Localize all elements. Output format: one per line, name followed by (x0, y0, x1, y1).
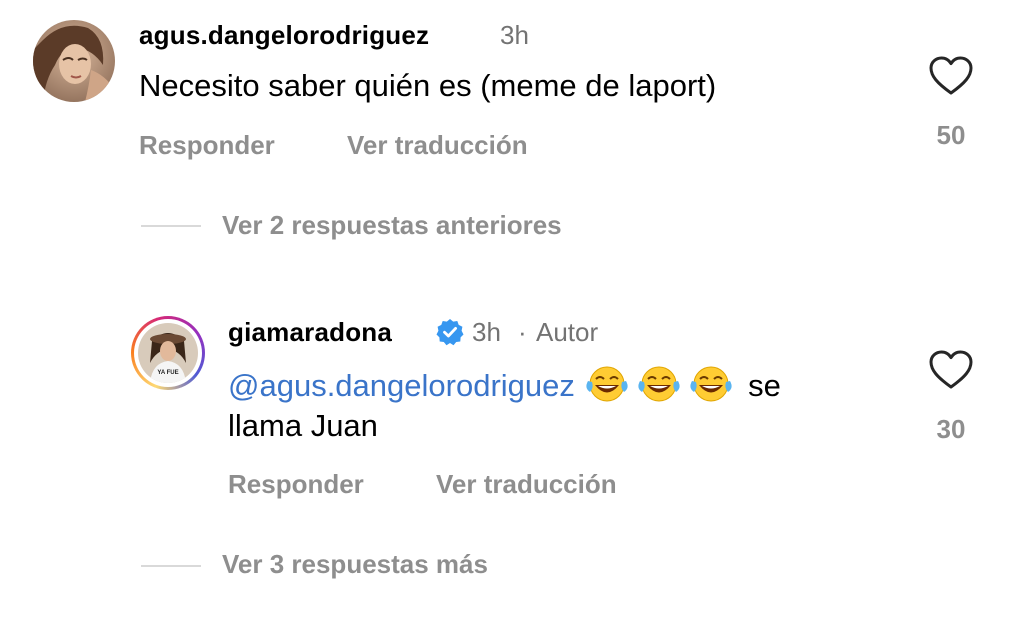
avatar-shirt-text: YA FUE (157, 370, 178, 376)
thread-divider (141, 565, 201, 567)
avatar-story-ring[interactable]: YA FUE (131, 316, 205, 390)
comment-username[interactable]: giamaradona (228, 317, 392, 348)
comment-text-line2: llama Juan (228, 408, 378, 443)
meta-separator: · (518, 317, 527, 347)
mention-link[interactable]: @agus.dangelorodriguez (228, 368, 575, 403)
translate-button[interactable]: Ver traducción (436, 469, 617, 500)
comment-text: @agus.dangelorodriguez se llama Juan (228, 364, 888, 446)
heart-icon[interactable] (929, 56, 973, 96)
comment-username[interactable]: agus.dangelorodriguez (139, 20, 429, 51)
view-previous-replies-button[interactable]: Ver 2 respuestas anteriores (222, 210, 562, 241)
avatar-photo (33, 20, 115, 102)
avatar[interactable] (33, 20, 115, 102)
reply-button[interactable]: Responder (228, 469, 364, 500)
view-more-replies-button[interactable]: Ver 3 respuestas más (222, 549, 488, 580)
thread-divider (141, 225, 201, 227)
laughing-emoji-icon (636, 364, 682, 404)
author-label: Autor (536, 317, 599, 347)
comment-timestamp: 3h (472, 317, 501, 347)
comment-timestamp: 3h (500, 20, 529, 50)
verified-badge-icon (436, 318, 464, 346)
avatar-photo: YA FUE (138, 323, 198, 383)
laughing-emoji-icon (584, 364, 630, 404)
avatar[interactable]: YA FUE (138, 323, 198, 383)
like-count: 50 (936, 120, 966, 150)
laughing-emoji-icon (688, 364, 734, 404)
comment-text: Necesito saber quién es (meme de laport) (139, 68, 717, 103)
translate-button[interactable]: Ver traducción (347, 130, 528, 161)
like-count: 30 (936, 414, 966, 444)
heart-icon[interactable] (929, 350, 973, 390)
comment-text-tail: se (748, 368, 781, 403)
reply-button[interactable]: Responder (139, 130, 275, 161)
